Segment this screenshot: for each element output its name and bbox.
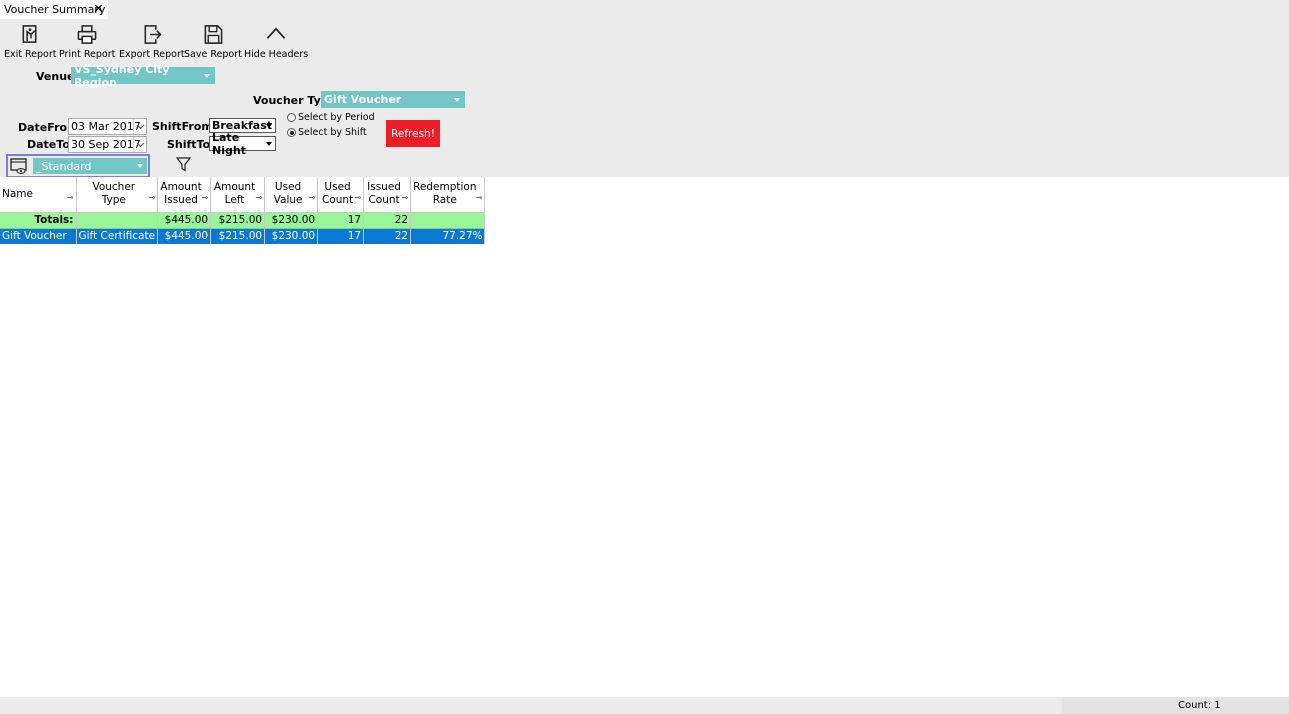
save-report-button[interactable]: Save Report (184, 24, 242, 60)
printer-icon (77, 25, 97, 44)
voucher-type-dropdown[interactable]: Gift Voucher (321, 91, 465, 108)
date-from-picker[interactable]: 03 Mar 2017 (68, 118, 147, 135)
cell-voucher-type[interactable]: Gift Certificate (76, 228, 159, 244)
column-header-amount-left[interactable]: Amount Left ⊸ (210, 177, 266, 213)
totals-used-value: $230.00 (264, 212, 319, 229)
chevron-down-icon (266, 124, 272, 128)
column-header-amount-issued[interactable]: Amount Issued ⊸ (157, 177, 212, 213)
pin-icon[interactable]: ⊸ (255, 191, 262, 204)
export-icon (144, 25, 162, 44)
status-bar: Count: 1 (0, 697, 1289, 714)
tab-voucher-summary[interactable]: Voucher Summary ✕ (0, 0, 108, 19)
pin-icon[interactable]: ⊸ (201, 191, 208, 204)
exit-report-label: Exit Report (4, 49, 57, 60)
refresh-button[interactable]: Refresh! (386, 120, 440, 147)
pin-icon[interactable]: ⊸ (308, 191, 315, 204)
pin-icon[interactable]: ⊸ (354, 191, 361, 204)
select-by-shift-radio[interactable]: Select by Shift (287, 127, 367, 138)
column-header-name[interactable]: Name ⊸ (0, 177, 77, 213)
cell-redemption-rate[interactable]: 77.27% (410, 228, 486, 244)
venue-dropdown[interactable]: VS_Sydney City Region (71, 63, 215, 89)
tab-title: Voucher Summary (4, 3, 106, 16)
column-header-issued-count[interactable]: Issued Count ⊸ (363, 177, 412, 213)
totals-issued-count: 22 (363, 212, 412, 229)
table-row[interactable]: Gift Voucher Gift Certificate $445.00 $2… (0, 228, 486, 244)
totals-amount-issued: $445.00 (157, 212, 212, 229)
record-count: Count: 1 (1062, 697, 1289, 714)
chevron-down-icon[interactable] (133, 119, 146, 134)
pin-icon[interactable]: ⊸ (401, 191, 408, 204)
shift-to-label: ShiftTo: (167, 138, 215, 151)
radio-button[interactable] (287, 113, 296, 122)
cell-amount-issued[interactable]: $445.00 (157, 228, 212, 244)
layout-view-icon[interactable] (10, 158, 28, 175)
save-report-label: Save Report (184, 49, 242, 60)
date-from-value: 03 Mar 2017 (71, 120, 141, 133)
date-to-picker[interactable]: 30 Sep 2017 (68, 136, 147, 153)
shift-from-label: ShiftFrom: (152, 120, 218, 133)
chevron-up-icon (266, 27, 286, 39)
totals-redemption-rate (410, 212, 486, 229)
hide-headers-label: Hide Headers (244, 49, 309, 60)
chevron-down-icon (204, 73, 210, 78)
cell-used-count[interactable]: 17 (317, 228, 365, 244)
layout-dropdown[interactable]: _Standard (33, 158, 147, 174)
print-report-label: Print Report (59, 49, 116, 60)
cell-amount-left[interactable]: $215.00 (210, 228, 266, 244)
print-report-button[interactable]: Print Report (59, 24, 115, 60)
cell-name[interactable]: Gift Voucher (0, 228, 77, 244)
report-window: Voucher Summary ✕ Exit Report Print Repo… (0, 0, 1289, 714)
date-to-value: 30 Sep 2017 (71, 138, 141, 151)
column-header-used-value[interactable]: Used Value ⊸ (264, 177, 319, 213)
shift-to-dropdown[interactable]: Late Night (209, 131, 276, 157)
chevron-down-icon[interactable] (133, 137, 146, 152)
close-icon[interactable]: ✕ (93, 2, 104, 17)
hide-headers-button[interactable]: Hide Headers (244, 24, 308, 60)
totals-used-count: 17 (317, 212, 365, 229)
radio-button-checked[interactable] (287, 128, 296, 137)
save-icon (204, 25, 223, 44)
column-header-redemption-rate[interactable]: Redemption Rate ⊸ (410, 177, 486, 213)
cell-issued-count[interactable]: 22 (363, 228, 412, 244)
exit-report-button[interactable]: Exit Report (4, 24, 57, 60)
exit-report-icon (22, 25, 37, 43)
export-report-label: Export Report (119, 49, 185, 60)
totals-voucher-type (76, 212, 159, 229)
voucher-type-value: Gift Voucher (324, 93, 402, 106)
cell-used-value[interactable]: $230.00 (264, 228, 319, 244)
pin-icon[interactable]: ⊸ (67, 191, 74, 204)
filter-icon[interactable] (176, 157, 191, 172)
totals-label: Totals: (0, 212, 77, 229)
voucher-grid: Name ⊸ Voucher Type ⊸ Amount Issued ⊸ Amount L… (0, 177, 486, 244)
pin-icon[interactable]: ⊸ (476, 191, 483, 204)
column-header-used-count[interactable]: Used Count ⊸ (317, 177, 365, 213)
totals-amount-left: $215.00 (210, 212, 266, 229)
chevron-down-icon (137, 164, 143, 168)
chevron-down-icon (266, 142, 272, 146)
venue-value: VS_Sydney City Region (74, 62, 170, 89)
chevron-down-icon (454, 97, 460, 102)
select-by-period-radio[interactable]: Select by Period (287, 112, 375, 123)
totals-row: Totals: $445.00 $215.00 $230.00 17 22 (0, 212, 486, 229)
grid-header-row: Name ⊸ Voucher Type ⊸ Amount Issued ⊸ Amount L… (0, 177, 486, 213)
layout-selector[interactable]: _Standard (6, 154, 150, 178)
column-header-voucher-type[interactable]: Voucher Type ⊸ (76, 177, 159, 213)
layout-value: _Standard (36, 159, 92, 173)
select-by-period-label: Select by Period (298, 112, 375, 123)
select-by-shift-label: Select by Shift (298, 127, 367, 138)
pin-icon[interactable]: ⊸ (148, 191, 155, 204)
export-report-button[interactable]: Export Report (119, 24, 185, 60)
